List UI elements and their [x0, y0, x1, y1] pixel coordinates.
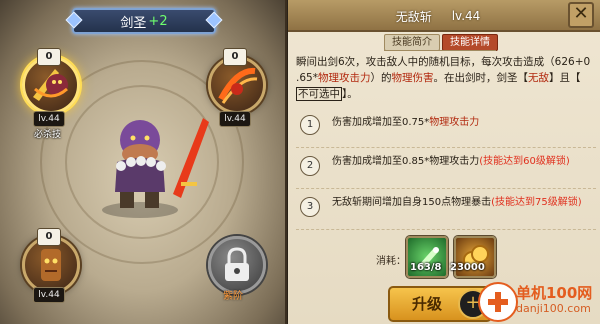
- upgrade-unlock-req: (技能达到60级解锁): [479, 156, 570, 167]
- watermark-url: danji100.com: [516, 302, 591, 315]
- desc-line-1: 瞬间出剑6次，攻击敌人中的随机目标，每次攻击造成（626+0: [296, 56, 591, 68]
- desc-line-2: .65*物理攻击力）的物理伤害。在出剑时，剑圣【无敌】且【: [296, 70, 592, 86]
- upgrade-text: 无敌斩期间增加自身150点物理暴击(技能达到75级解锁): [332, 195, 588, 210]
- upgrade-desc: 无敌斩期间增加自身150点物理暴击: [332, 197, 492, 208]
- hero-panel: 剑圣 +2 0 lv.44 必杀技 0 lv.44 0 lv.44 紫阶: [0, 0, 287, 324]
- hero-name-bar: 剑圣 +2: [65, 8, 223, 34]
- desc-atk: 物理攻击力: [317, 72, 371, 84]
- skill-count-3: 0: [37, 228, 61, 246]
- watermark-title: 单机100网: [516, 284, 593, 302]
- desc-invincible: 无敌: [527, 72, 549, 84]
- skill-level-2: lv.44: [219, 111, 251, 127]
- totem-skill-icon: [41, 249, 61, 281]
- hero-name: 剑圣: [120, 15, 147, 31]
- upgrade-number: 2: [300, 156, 320, 176]
- skill-level: lv.44: [451, 9, 481, 23]
- close-button[interactable]: ✕: [568, 2, 594, 28]
- panel-header: 无敌斩 lv.44 ✕: [288, 0, 600, 32]
- skill-title: 无敌斩 lv.44: [358, 6, 518, 26]
- skill-level-1: lv.44: [33, 111, 65, 127]
- upgrade-unlock-req: (技能达到75级解锁): [491, 197, 582, 208]
- upgrade-number: 3: [300, 197, 320, 217]
- skill-count-1: 0: [37, 48, 61, 66]
- skill-book-count: 163/8: [410, 262, 442, 273]
- skill-detail-panel: 无敌斩 lv.44 ✕ 技能简介 技能详情 瞬间出剑6次，攻击敌人中的随机目标，…: [288, 0, 600, 324]
- skill-count-2: 0: [223, 48, 247, 66]
- desc-when: 。在出剑时，剑圣【: [433, 72, 528, 84]
- upgrade-desc: 伤害加成增加至0.75*: [332, 117, 430, 128]
- upgrade-text: 伤害加成增加至0.85*物理攻击力(技能达到60级解锁): [332, 154, 588, 169]
- upgrade-number: 1: [300, 115, 320, 135]
- lock-icon: [225, 247, 249, 281]
- hero-swordmaster-figure: [102, 118, 209, 218]
- upgrade-atk: 物理攻击力: [429, 117, 480, 128]
- desc-line-3: 不可选中】。: [296, 86, 592, 102]
- purple-tier-label: 紫阶: [223, 291, 243, 302]
- desc-coef: .65*: [296, 72, 318, 84]
- skill-tabs: 技能简介 技能详情: [384, 34, 498, 51]
- skill-level-3: lv.44: [33, 287, 65, 303]
- desc-and: 】且【: [548, 72, 581, 84]
- skill-name-1: 必杀技: [34, 130, 62, 140]
- list-item: 1 伤害加成增加至0.75*物理攻击力: [296, 113, 596, 148]
- watermark-logo-icon: [478, 282, 518, 322]
- desc-phys-dmg: 物理伤害: [391, 72, 434, 84]
- hero-plus-level: +2: [148, 13, 168, 29]
- slash-skill-icon: [218, 67, 258, 104]
- upgrade-label: 升级: [411, 295, 442, 313]
- list-item: 2 伤害加成增加至0.85*物理攻击力(技能达到60级解锁): [296, 154, 596, 189]
- skill-name: 无敌斩: [395, 9, 432, 24]
- plus-logo-icon: [488, 292, 508, 312]
- tab-divider: [384, 50, 496, 51]
- sword-skill-icon: [33, 69, 68, 101]
- cost-label: 消耗：: [376, 256, 406, 267]
- diamond-ornament-icon: [205, 11, 223, 29]
- upgrade-list: 1 伤害加成增加至0.75*物理攻击力 2 伤害加成增加至0.85*物理攻击力(…: [296, 113, 596, 236]
- locked-skill-slot[interactable]: [208, 236, 266, 294]
- gold-count: 23000: [450, 262, 485, 273]
- tab-skill-details[interactable]: 技能详情: [442, 34, 498, 51]
- tab-skill-intro[interactable]: 技能简介: [384, 34, 440, 51]
- upgrade-text: 伤害加成增加至0.75*物理攻击力: [332, 115, 588, 130]
- desc-end: 】。: [342, 88, 358, 100]
- diamond-ornament-icon: [65, 11, 83, 29]
- list-item: 3 无敌斩期间增加自身150点物理暴击(技能达到75级解锁): [296, 195, 596, 230]
- skill-description: 瞬间出剑6次，攻击敌人中的随机目标，每次攻击造成（626+0 .65*物理攻击力…: [296, 54, 592, 102]
- close-icon: ✕: [573, 3, 589, 24]
- desc-de: ）的: [370, 72, 392, 84]
- site-watermark: 单机100网 danji100.com: [478, 280, 598, 322]
- upgrade-desc: 伤害加成增加至0.85*物理攻击力: [332, 156, 480, 167]
- desc-untargetable: 不可选中: [296, 87, 342, 101]
